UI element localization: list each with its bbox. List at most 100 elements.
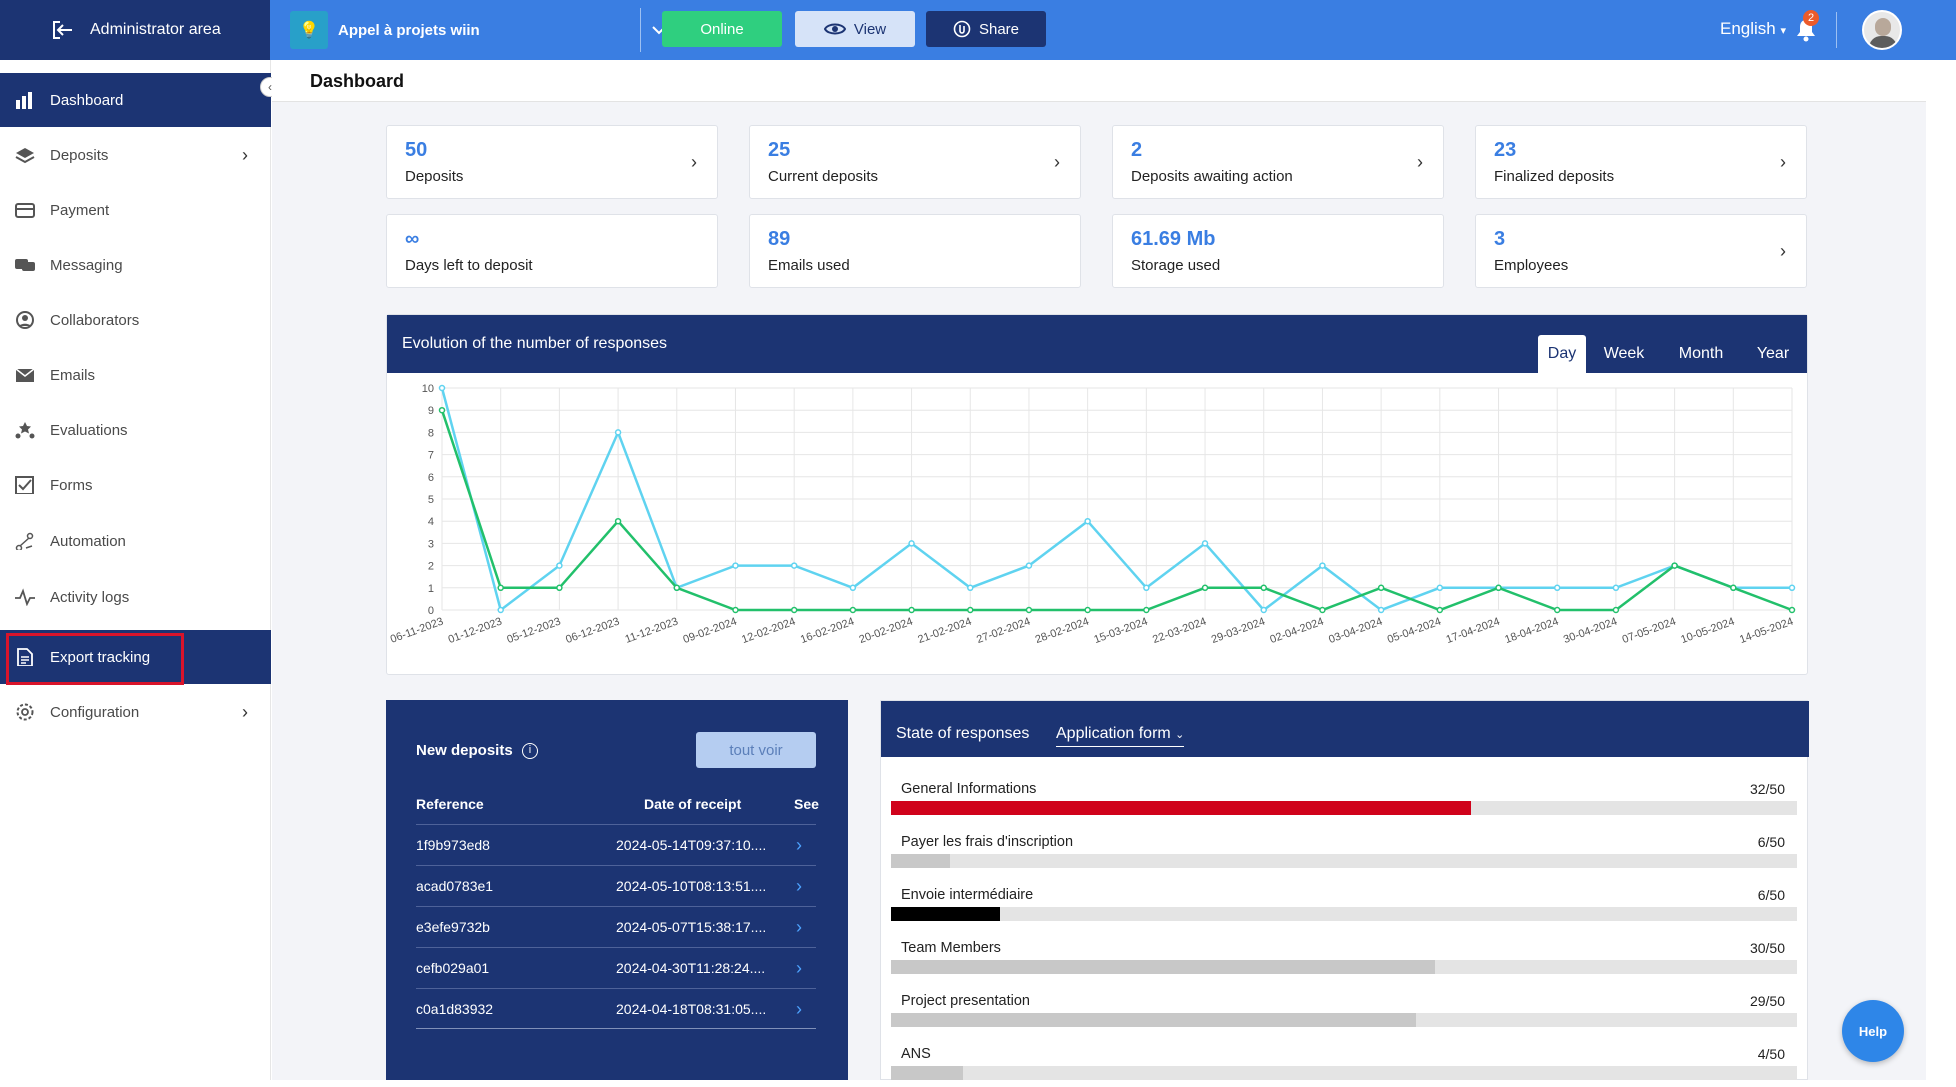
section-count: 30/50 [1749, 940, 1785, 956]
sidebar-item-activity-logs[interactable]: Activity logs [0, 570, 271, 624]
sidebar-item-automation[interactable]: Automation [0, 514, 271, 568]
see-all-button[interactable]: tout voir [696, 732, 816, 768]
help-button[interactable]: Help [1842, 1000, 1904, 1062]
sidebar-item-forms[interactable]: Forms [0, 458, 271, 512]
sidebar-item-deposits[interactable]: Deposits › [0, 128, 271, 182]
stat-card-deposits[interactable]: 50 Deposits › [386, 125, 718, 199]
x-tick-label: 17-04-2024 [1445, 616, 1502, 647]
x-tick-label: 14-05-2024 [1738, 616, 1795, 647]
y-tick-label: 4 [428, 516, 434, 528]
stat-card-employees[interactable]: 3 Employees › [1475, 214, 1807, 288]
stat-card-finalized-deposits[interactable]: 23 Finalized deposits › [1475, 125, 1807, 199]
tab-day[interactable]: Day [1538, 335, 1586, 373]
sidebar-item-collaborators[interactable]: Collaborators [0, 293, 271, 347]
chevron-right-icon[interactable]: › [796, 999, 802, 1020]
language-selector[interactable]: English ▾ [1720, 19, 1786, 39]
table-row: cefb029a01 2024-04-30T11:28:24.... › [416, 947, 816, 988]
topbar-divider [640, 8, 641, 52]
tab-week[interactable]: Week [1592, 335, 1656, 373]
scrollbar-track[interactable] [1926, 60, 1956, 1080]
y-tick-label: 5 [428, 494, 434, 506]
section-count: 6/50 [1757, 834, 1785, 850]
sidebar-item-evaluations[interactable]: Evaluations [0, 403, 271, 457]
data-point [1436, 584, 1444, 592]
credit-card-icon [15, 203, 35, 218]
chevron-right-icon: › [1780, 241, 1786, 261]
envelope-icon [15, 368, 35, 382]
exit-arrow-icon [53, 21, 72, 39]
x-tick-label: 05-04-2024 [1386, 616, 1443, 647]
x-tick-label: 21-02-2024 [916, 616, 973, 647]
column-header-see: See [794, 796, 819, 812]
chevron-right-icon[interactable]: › [796, 958, 802, 979]
x-tick-label: 07-05-2024 [1621, 616, 1678, 647]
table-row: 1f9b973ed8 2024-05-14T09:37:10.... › [416, 824, 816, 865]
administrator-area-label: Administrator area [90, 21, 221, 38]
data-point [1788, 584, 1796, 592]
x-tick-label: 06-11-2023 [389, 616, 445, 646]
chevron-right-icon: › [242, 701, 248, 722]
chevron-right-icon[interactable]: › [796, 917, 802, 938]
stat-label: Days left to deposit [405, 257, 533, 274]
administrator-area-link[interactable]: Administrator area [0, 0, 270, 60]
series-line-1 [440, 409, 1793, 612]
stat-card-days-left-to-deposit: ∞ Days left to deposit [386, 214, 718, 288]
state-header: State of responses Application form ⌄ [881, 701, 1809, 757]
chevron-right-icon: › [1417, 152, 1423, 172]
stat-card-deposits-awaiting-action[interactable]: 2 Deposits awaiting action › [1112, 125, 1444, 199]
responses-chart-panel: Evolution of the number of responses Day… [386, 314, 1808, 675]
share-button[interactable]: Share [926, 11, 1046, 47]
data-point [790, 562, 798, 569]
tab-month[interactable]: Month [1662, 335, 1740, 373]
x-tick-label: 29-03-2024 [1210, 616, 1267, 647]
sidebar-item-label: Activity logs [50, 588, 130, 606]
online-button[interactable]: Online [662, 11, 782, 47]
section-name: Payer les frais d'inscription [901, 834, 1074, 850]
sidebar-item-dashboard[interactable]: Dashboard [0, 73, 271, 127]
data-point [908, 540, 915, 547]
progress-fill [891, 801, 1471, 815]
progress-track [891, 907, 1797, 921]
project-selector[interactable]: 💡 Appel à projets wiin [290, 11, 666, 49]
sidebar-item-configuration[interactable]: Configuration › [0, 685, 271, 739]
sidebar-item-emails[interactable]: Emails [0, 348, 271, 402]
table-row: e3efe9732b 2024-05-07T15:38:17.... › [416, 906, 816, 947]
stars-icon [15, 422, 35, 439]
gear-icon [16, 703, 34, 721]
form-selector[interactable]: Application form ⌄ [1056, 725, 1185, 747]
data-point [1495, 584, 1502, 592]
new-deposits-title: New deposits [416, 742, 513, 759]
sidebar-item-messaging[interactable]: Messaging [0, 238, 271, 292]
chevron-right-icon[interactable]: › [796, 876, 802, 897]
y-tick-label: 10 [422, 383, 434, 395]
chevron-down-icon: ⌄ [1175, 729, 1185, 741]
tab-year[interactable]: Year [1747, 335, 1799, 373]
y-tick-label: 6 [428, 472, 434, 484]
sidebar-item-label: Emails [50, 366, 96, 384]
data-point [1201, 540, 1209, 547]
chevron-right-icon[interactable]: › [796, 835, 802, 856]
x-tick-label: 30-04-2024 [1562, 616, 1619, 647]
stat-value: 25 [768, 139, 791, 161]
help-label: Help [1858, 1023, 1888, 1039]
y-tick-label: 9 [428, 405, 434, 417]
project-logo-icon: 💡 [290, 11, 328, 49]
data-point [967, 584, 974, 592]
stat-card-current-deposits[interactable]: 25 Current deposits › [749, 125, 1081, 199]
data-point [438, 384, 446, 392]
layers-icon [15, 148, 35, 164]
y-tick-label: 7 [428, 450, 434, 462]
x-tick-label: 18-04-2024 [1503, 616, 1560, 647]
view-button[interactable]: View [795, 11, 915, 47]
data-point [1377, 606, 1385, 614]
page-header: Dashboard [272, 60, 1926, 102]
info-icon[interactable]: i [522, 743, 538, 759]
user-avatar[interactable] [1862, 10, 1902, 50]
column-header-reference: Reference [416, 796, 484, 812]
data-point [1084, 517, 1091, 525]
data-point [438, 406, 446, 414]
sidebar-item-payment[interactable]: Payment [0, 183, 271, 237]
x-tick-label: 12-02-2024 [740, 616, 797, 647]
export-tracking-highlight [6, 633, 184, 685]
progress-track [891, 801, 1797, 815]
